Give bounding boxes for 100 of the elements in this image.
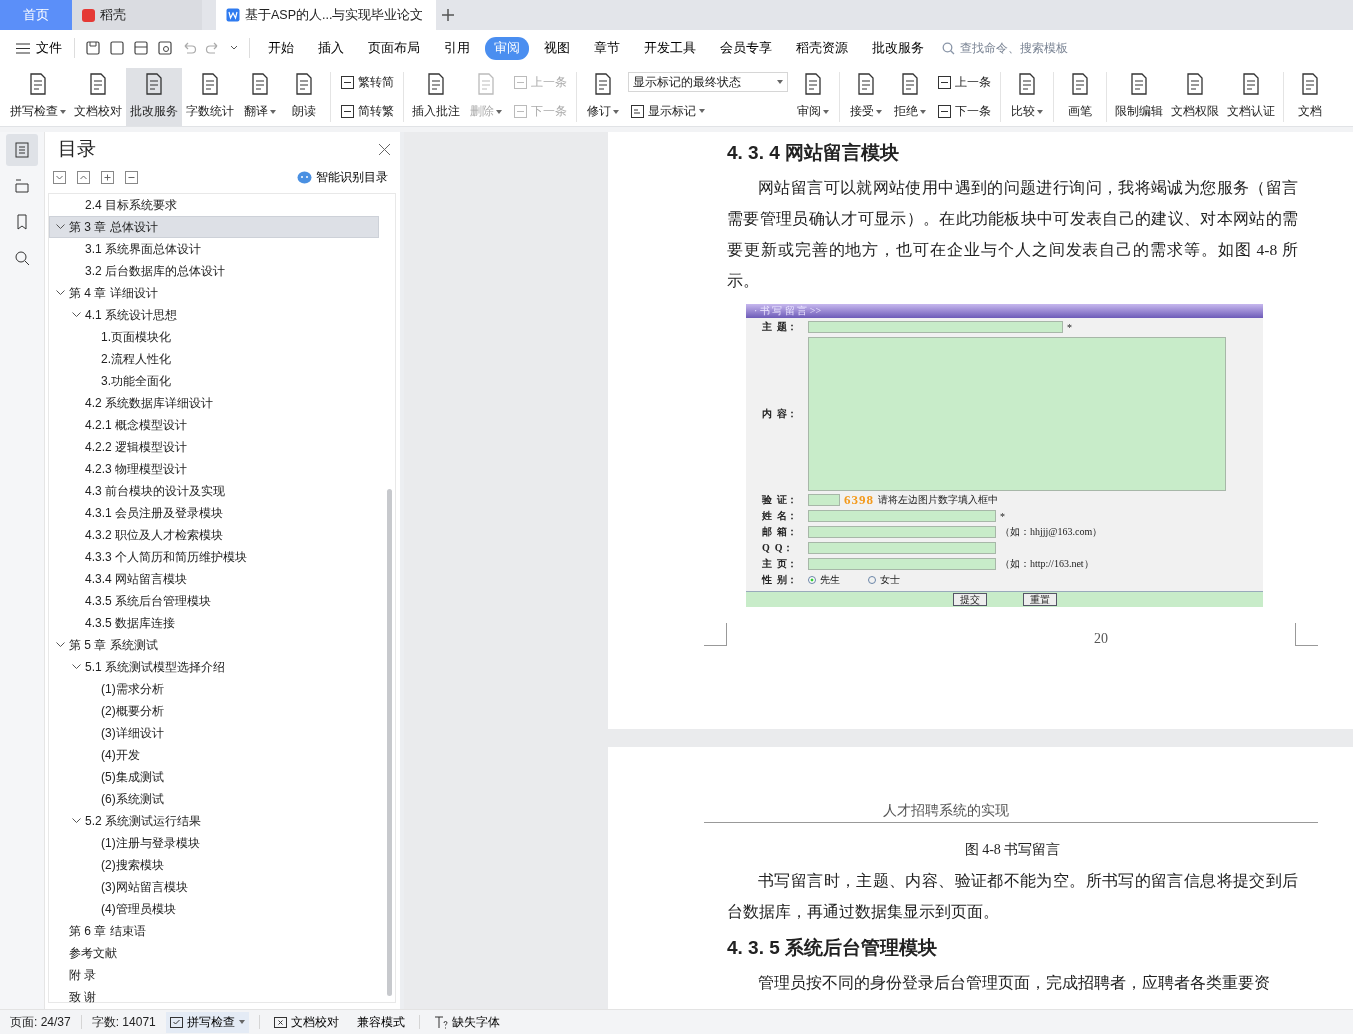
toc-item[interactable]: 5.1 系统测试模型选择介绍 [49,656,379,678]
collapse-icon[interactable] [77,171,90,184]
proofread-button[interactable]: 文档校对 [269,1011,343,1033]
ribbon-button[interactable]: 文档认证 [1223,68,1279,126]
toc-item[interactable]: 4.3 前台模块的设计及实现 [49,480,379,502]
toc-item[interactable]: 第 3 章 总体设计 [49,216,379,238]
box-icon [513,104,528,119]
ribbon-button[interactable]: 画笔 [1058,68,1102,126]
ribbon-tab[interactable]: 开发工具 [635,36,705,60]
toc-item[interactable]: (3)详细设计 [49,722,379,744]
toc-item[interactable]: 4.3.2 职位及人才检索模块 [49,524,379,546]
close-icon[interactable] [379,143,390,155]
ribbon-button[interactable]: 审阅 [791,68,835,126]
ribbon-tab[interactable]: 会员专享 [711,36,781,60]
form-label: Q Q： [762,541,794,555]
ribbon-button[interactable]: 翻译 [238,68,282,126]
ribbon-tab[interactable]: 稻壳资源 [787,36,857,60]
toc-item[interactable]: (1)注册与登录模块 [49,832,379,854]
ribbon-small-button[interactable]: 上一条 [935,72,993,93]
toc-item[interactable]: 4.3.3 个人简历和简历维护模块 [49,546,379,568]
body-paragraph: 书写留言时，主题、内容、验证都不能为空。所书写的留言信息将提交到后台数据库，再通过数据集显示到页面。 [727,871,1298,922]
toc-item[interactable]: (2)概要分析 [49,700,379,722]
figure-caption: 图 4-8 书写留言 [963,841,1062,859]
caret-icon [699,109,705,114]
toc-item[interactable]: 4.3.5 数据库连接 [49,612,379,634]
ribbon-tab[interactable]: 引用 [435,36,479,60]
expand-icon[interactable] [53,171,66,184]
ribbon-button[interactable]: 插入批注 [408,68,464,126]
window-tab[interactable]: 稻壳 [72,0,202,30]
spell-check-button[interactable]: 拼写检查 [165,1011,249,1033]
ribbon-small-button[interactable]: 繁转简 [338,72,396,93]
command-search-field[interactable]: 查找命令、搜索模板 [942,40,1092,56]
remove-icon[interactable] [125,171,138,184]
toc-item[interactable]: (4)开发 [49,744,379,766]
toc-item[interactable]: 附 录 [49,964,379,986]
toc-item[interactable]: (1)需求分析 [49,678,379,700]
show-markup-button[interactable]: 显示标记 [628,100,788,122]
save-icon[interactable] [85,40,101,56]
ribbon-small-button[interactable]: 简转繁 [338,101,396,122]
toc-item[interactable]: 致 谢 [49,986,379,1008]
caret-icon [60,109,66,114]
smart-toc-button[interactable]: 智能识别目录 [291,168,394,187]
ribbon-tab[interactable]: 批改服务 [863,36,933,60]
toc-item[interactable]: 4.2 系统数据库详细设计 [49,392,379,414]
file-menu-button[interactable]: 文件 [10,39,68,57]
scrollbar-thumb[interactable] [387,489,392,996]
ribbon-button[interactable]: 朗读 [282,68,326,126]
ribbon-button[interactable]: 拼写检查 [6,68,70,126]
ribbon-button[interactable]: 批改服务 [126,68,182,126]
toc-item[interactable]: 3.功能全面化 [49,370,379,392]
toc-item[interactable]: 2.4 目标系统要求 [49,194,379,216]
ribbon-tab[interactable]: 页面布局 [359,36,429,60]
form-label: 性 别： [762,573,798,587]
ribbon-small-button[interactable]: 下一条 [935,101,993,122]
toc-item[interactable]: 5.2 系统测试运行结果 [49,810,379,832]
ribbon-button[interactable]: 字数统计 [182,68,238,126]
ribbon-button[interactable]: 接受 [844,68,888,126]
missing-fonts-button[interactable]: 缺失字体 [429,1011,504,1033]
toc-item[interactable]: 3.1 系统界面总体设计 [49,238,379,260]
toc-item[interactable]: 4.3.4 网站留言模块 [49,568,379,590]
new-tab-plus-icon[interactable] [442,9,454,21]
markup-state-dropdown[interactable]: 显示标记的最终状态 [628,72,788,93]
toc-item[interactable]: 4.2.1 概念模型设计 [49,414,379,436]
ribbon-button[interactable]: 文档校对 [70,68,126,126]
ribbon-button[interactable]: 限制编辑 [1111,68,1167,126]
toc-item[interactable]: 第 5 章 系统测试 [49,634,379,656]
page-number: 20 [1094,631,1108,647]
ribbon-button[interactable]: 修订 [581,68,625,126]
window-tab[interactable]: 基于ASP的人...与实现毕业论文 [216,0,436,30]
caret-icon [56,290,65,296]
box-icon [630,103,645,119]
caret-icon [823,109,829,114]
toc-item[interactable]: (6)系统测试 [49,788,379,810]
toc-item[interactable]: (2)搜索模块 [49,854,379,876]
ribbon-tab[interactable]: 开始 [259,36,303,60]
ribbon-button[interactable]: 文档 [1288,68,1332,126]
toc-item[interactable]: 4.3.5 系统后台管理模块 [49,590,379,612]
form-label: 邮 箱： [762,525,798,539]
toc-item[interactable]: 3.2 后台数据库的总体设计 [49,260,379,282]
toc-item[interactable]: (4)管理员模块 [49,898,379,920]
outline-icon[interactable] [6,134,38,166]
toc-item[interactable]: 4.2.3 物理模型设计 [49,458,379,480]
ribbon-tab[interactable]: 章节 [585,36,629,60]
toc-item[interactable]: 4.3.1 会员注册及登录模块 [49,502,379,524]
toc-item[interactable]: 1.页面模块化 [49,326,379,348]
ribbon-button[interactable]: 比较 [1005,68,1049,126]
toc-item[interactable]: (3)网站留言模块 [49,876,379,898]
toc-item[interactable]: 4.1 系统设计思想 [49,304,379,326]
toc-item[interactable]: (5)集成测试 [49,766,379,788]
toc-item[interactable]: 第 4 章 详细设计 [49,282,379,304]
ribbon-button[interactable]: 拒绝 [888,68,932,126]
toc-item[interactable]: 4.2.2 逻辑模型设计 [49,436,379,458]
ribbon-tab[interactable]: 视图 [535,36,579,60]
compatibility-mode-button[interactable]: 兼容模式 [352,1011,409,1033]
ribbon-tab[interactable]: 插入 [309,36,353,60]
toc-item[interactable]: 第 6 章 结束语 [49,920,379,942]
ribbon-button[interactable]: 文档权限 [1167,68,1223,126]
toc-item[interactable]: 2.流程人性化 [49,348,379,370]
add-icon[interactable] [101,171,114,184]
toc-item[interactable]: 参考文献 [49,942,379,964]
